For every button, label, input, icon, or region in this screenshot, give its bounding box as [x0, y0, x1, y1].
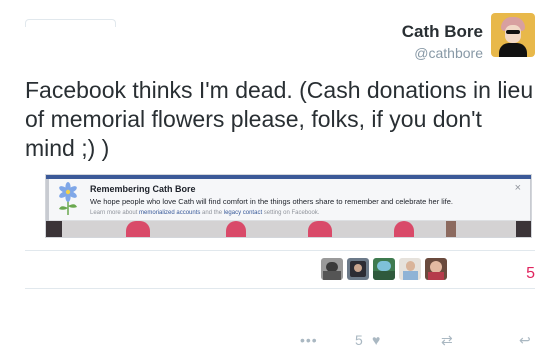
liker-avatar[interactable] [399, 258, 421, 280]
reply-icon[interactable]: ↩ [519, 332, 531, 348]
like-action-count: 5 [355, 332, 363, 348]
liker-avatar[interactable] [347, 258, 369, 280]
author-handle[interactable]: @cathbore [402, 43, 483, 63]
close-icon: × [514, 182, 521, 194]
divider [25, 288, 535, 289]
memorial-banner: Remembering Cath Bore We hope people who… [49, 179, 530, 221]
photo-strip [46, 221, 531, 237]
like-count[interactable]: 5 [526, 265, 535, 283]
memorial-learn-more: Learn more about memorialized accounts a… [90, 210, 320, 216]
flower-icon [59, 182, 77, 215]
retweet-icon[interactable]: ⇄ [441, 332, 453, 348]
avatar[interactable] [491, 13, 535, 57]
tweet-text: Facebook thinks I'm dead. (Cash donation… [25, 77, 534, 161]
tweet-author[interactable]: Cath Bore @cathbore [402, 22, 483, 63]
previous-tweet-edge [25, 19, 116, 27]
memorial-message: We hope people who love Cath will find c… [90, 197, 453, 206]
memorial-title: Remembering Cath Bore [90, 184, 196, 194]
heart-icon[interactable]: ♥ [372, 332, 380, 348]
divider [25, 250, 535, 251]
liker-avatar[interactable] [425, 258, 447, 280]
embedded-screenshot[interactable]: Remembering Cath Bore We hope people who… [45, 174, 532, 238]
author-name[interactable]: Cath Bore [402, 22, 483, 42]
liker-avatar[interactable] [373, 258, 395, 280]
liker-avatar[interactable] [321, 258, 343, 280]
more-icon[interactable]: ••• [300, 332, 318, 348]
